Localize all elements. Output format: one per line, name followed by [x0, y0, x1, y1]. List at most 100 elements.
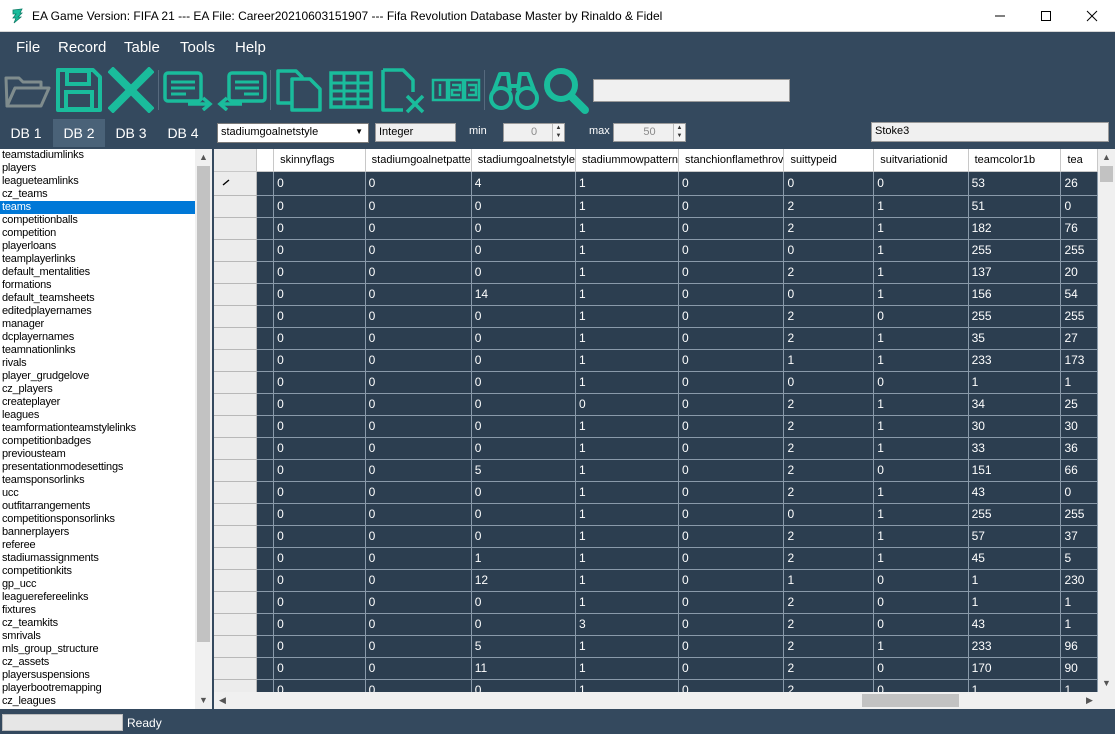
- minimize-button[interactable]: [977, 0, 1023, 31]
- table-cell[interactable]: 0: [365, 635, 472, 658]
- tab-db2[interactable]: DB 2: [53, 119, 105, 147]
- table-list-item[interactable]: competition: [0, 227, 195, 240]
- export-button[interactable]: [162, 66, 214, 114]
- row-header[interactable]: [214, 195, 257, 218]
- table-list-item[interactable]: default_teamsheets: [0, 292, 195, 305]
- table-cell[interactable]: 0: [273, 371, 366, 394]
- table-list-item[interactable]: player_grudgelove: [0, 370, 195, 383]
- row-header[interactable]: [214, 239, 257, 262]
- table-cell[interactable]: 66: [1060, 459, 1098, 482]
- table-cell[interactable]: 182: [968, 217, 1062, 240]
- table-cell[interactable]: 0: [273, 635, 366, 658]
- table-list-item[interactable]: referee: [0, 539, 195, 552]
- table-list-item[interactable]: cz_leagues: [0, 695, 195, 708]
- table-cell[interactable]: 2: [783, 591, 875, 614]
- row-header[interactable]: [214, 459, 257, 482]
- table-cell[interactable]: 0: [678, 481, 785, 504]
- table-cell[interactable]: 173: [1060, 349, 1098, 372]
- table-list-scrollbar[interactable]: ▲ ▼: [195, 149, 212, 709]
- table-cell[interactable]: 0: [678, 591, 785, 614]
- tab-db1[interactable]: DB 1: [0, 119, 52, 147]
- table-cell[interactable]: 0: [365, 525, 472, 548]
- table-cell[interactable]: 0: [873, 371, 969, 394]
- grid-vertical-scrollbar[interactable]: ▲ ▼: [1098, 149, 1115, 692]
- table-cell[interactable]: 1: [1060, 679, 1098, 692]
- table-cell[interactable]: 96: [1060, 635, 1098, 658]
- table-cell[interactable]: 230: [1060, 569, 1098, 592]
- table-cell[interactable]: 2: [783, 657, 875, 680]
- table-cell[interactable]: 54: [1060, 283, 1098, 306]
- table-list-item[interactable]: ucc: [0, 487, 195, 500]
- table-cell[interactable]: 1: [873, 327, 969, 350]
- column-header-blank[interactable]: [256, 149, 275, 172]
- table-cell[interactable]: 1: [873, 547, 969, 570]
- field-select[interactable]: stadiumgoalnetstyle ▼: [217, 123, 369, 143]
- table-cell[interactable]: 30: [968, 415, 1062, 438]
- table-list-item[interactable]: teamnationlinks: [0, 344, 195, 357]
- table-cell[interactable]: 1: [575, 371, 679, 394]
- table-list-item[interactable]: playerloans: [0, 240, 195, 253]
- table-row[interactable]: 0 0 0 1 0 2 1 35 27: [214, 327, 1098, 350]
- table-list-item[interactable]: competitionsponsorlinks: [0, 513, 195, 526]
- table-cell[interactable]: 1: [783, 569, 875, 592]
- table-cell[interactable]: 0: [273, 569, 366, 592]
- table-cell[interactable]: 0: [678, 547, 785, 570]
- table-cell[interactable]: 0: [678, 261, 785, 284]
- row-header-corner[interactable]: [214, 149, 257, 172]
- table-cell[interactable]: 2: [783, 305, 875, 328]
- table-cell[interactable]: 1: [575, 481, 679, 504]
- table-cell[interactable]: 0: [273, 327, 366, 350]
- table-row[interactable]: 0 0 5 1 0 2 1 233 96: [214, 635, 1098, 658]
- table-cell[interactable]: 0: [365, 459, 472, 482]
- scroll-down-icon[interactable]: ▼: [195, 692, 212, 709]
- max-spinner[interactable]: 50 ▲ ▼: [613, 123, 686, 142]
- row-header[interactable]: [214, 283, 257, 306]
- table-list-item[interactable]: outfitarrangements: [0, 500, 195, 513]
- table-cell[interactable]: 0: [273, 503, 366, 526]
- table-cell[interactable]: 4: [471, 171, 576, 196]
- table-cell[interactable]: 0: [273, 171, 366, 196]
- table-row[interactable]: 0 0 12 1 0 1 0 1 230: [214, 569, 1098, 592]
- table-row[interactable]: 0 0 0 0 0 2 1 34 25: [214, 393, 1098, 416]
- row-header[interactable]: [214, 327, 257, 350]
- table-cell[interactable]: 1: [575, 195, 679, 218]
- table-cell[interactable]: 0: [873, 569, 969, 592]
- column-header[interactable]: teamcolor1b: [968, 149, 1062, 172]
- table-cell[interactable]: 255: [1060, 239, 1098, 262]
- table-cell[interactable]: 255: [968, 305, 1062, 328]
- table-cell[interactable]: 0: [273, 415, 366, 438]
- table-cell[interactable]: 1: [873, 283, 969, 306]
- table-cell[interactable]: 1: [873, 239, 969, 262]
- table-cell[interactable]: 0: [365, 171, 472, 196]
- table-cell[interactable]: 37: [1060, 525, 1098, 548]
- table-cell[interactable]: 1: [575, 635, 679, 658]
- table-cell[interactable]: 1: [575, 437, 679, 460]
- table-cell[interactable]: 1: [575, 283, 679, 306]
- table-cell[interactable]: 0: [873, 459, 969, 482]
- table-cell[interactable]: 1: [575, 591, 679, 614]
- copy-button[interactable]: [273, 66, 325, 114]
- tab-db4[interactable]: DB 4: [157, 119, 209, 147]
- table-cell[interactable]: 12: [471, 569, 576, 592]
- table-row[interactable]: 0 0 0 1 0 2 1 30 30: [214, 415, 1098, 438]
- table-cell[interactable]: 0: [273, 393, 366, 416]
- close-file-button[interactable]: [106, 66, 156, 114]
- table-cell[interactable]: 1: [575, 657, 679, 680]
- table-row[interactable]: 000102011: [214, 679, 1098, 692]
- table-row[interactable]: 0 0 0 1 0 2 1 43 0: [214, 481, 1098, 504]
- table-cell[interactable]: 0: [365, 327, 472, 350]
- table-cell[interactable]: 1: [873, 415, 969, 438]
- table-cell[interactable]: 1: [575, 305, 679, 328]
- table-cell[interactable]: 0: [365, 591, 472, 614]
- table-cell[interactable]: 0: [365, 613, 472, 636]
- table-cell[interactable]: 1: [1060, 371, 1098, 394]
- table-cell[interactable]: 0: [873, 613, 969, 636]
- table-cell[interactable]: 0: [873, 171, 969, 196]
- table-cell[interactable]: 0: [365, 481, 472, 504]
- table-cell[interactable]: 2: [783, 415, 875, 438]
- table-row[interactable]: 0 0 5 1 0 2 0 151 66: [214, 459, 1098, 482]
- table-cell[interactable]: 0: [678, 613, 785, 636]
- table-cell[interactable]: 1: [1060, 591, 1098, 614]
- table-cell[interactable]: 0: [273, 459, 366, 482]
- menu-record[interactable]: Record: [58, 39, 106, 56]
